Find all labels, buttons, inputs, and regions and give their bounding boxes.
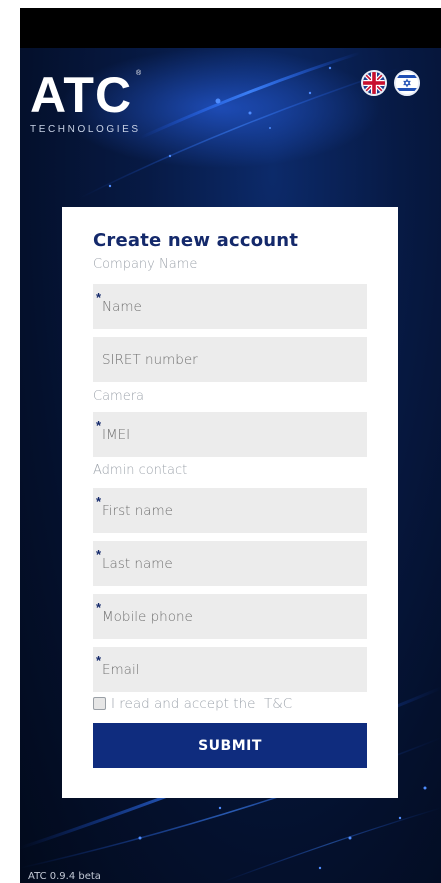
- terms-checkbox[interactable]: [93, 697, 106, 710]
- atc-logo: ATC ® TECHNOLOGIES: [30, 67, 170, 135]
- device-frame: ATC ® TECHNOLOGIES Create new account Co…: [20, 8, 441, 883]
- required-marker: *: [96, 494, 102, 509]
- email-input[interactable]: * Email: [93, 647, 367, 692]
- placeholder-imei: IMEI: [102, 427, 131, 443]
- israel-flag-icon[interactable]: [394, 70, 420, 96]
- submit-button[interactable]: SUBMIT: [93, 723, 367, 768]
- first-name-input[interactable]: * First name: [93, 488, 367, 533]
- required-marker: *: [96, 290, 102, 305]
- logo-registered-mark: ®: [136, 70, 142, 77]
- placeholder-siret: SIRET number: [102, 352, 198, 368]
- logo-subtitle: TECHNOLOGIES: [30, 124, 141, 135]
- uk-flag-icon[interactable]: [361, 70, 387, 96]
- terms-label[interactable]: I read and accept the T&C: [111, 696, 292, 712]
- terms-row: I read and accept the T&C: [93, 695, 367, 713]
- placeholder-last-name: Last name: [102, 556, 173, 572]
- siret-number-input[interactable]: SIRET number: [93, 337, 367, 382]
- signup-card: Create new account Company Name * Name S…: [62, 207, 398, 798]
- section-label-camera: Camera: [93, 389, 145, 404]
- app-version: ATC 0.9.4 beta: [28, 871, 101, 882]
- app-screen: ATC ® TECHNOLOGIES Create new account Co…: [20, 48, 441, 883]
- required-marker: *: [96, 418, 102, 433]
- form-title: Create new account: [93, 230, 299, 251]
- placeholder-name: Name: [102, 299, 142, 315]
- company-name-input[interactable]: * Name: [93, 284, 367, 329]
- logo-text: ATC: [30, 67, 133, 123]
- imei-input[interactable]: * IMEI: [93, 412, 367, 457]
- placeholder-mobile-phone: Mobile phone: [102, 609, 193, 625]
- last-name-input[interactable]: * Last name: [93, 541, 367, 586]
- placeholder-first-name: First name: [102, 503, 173, 519]
- required-marker: *: [96, 547, 102, 562]
- status-bar: [20, 8, 441, 48]
- required-marker: *: [96, 600, 102, 615]
- mobile-phone-input[interactable]: * Mobile phone: [93, 594, 367, 639]
- section-label-company: Company Name: [93, 257, 198, 272]
- section-label-admin: Admin contact: [93, 463, 188, 478]
- placeholder-email: Email: [102, 662, 140, 678]
- required-marker: *: [96, 653, 102, 668]
